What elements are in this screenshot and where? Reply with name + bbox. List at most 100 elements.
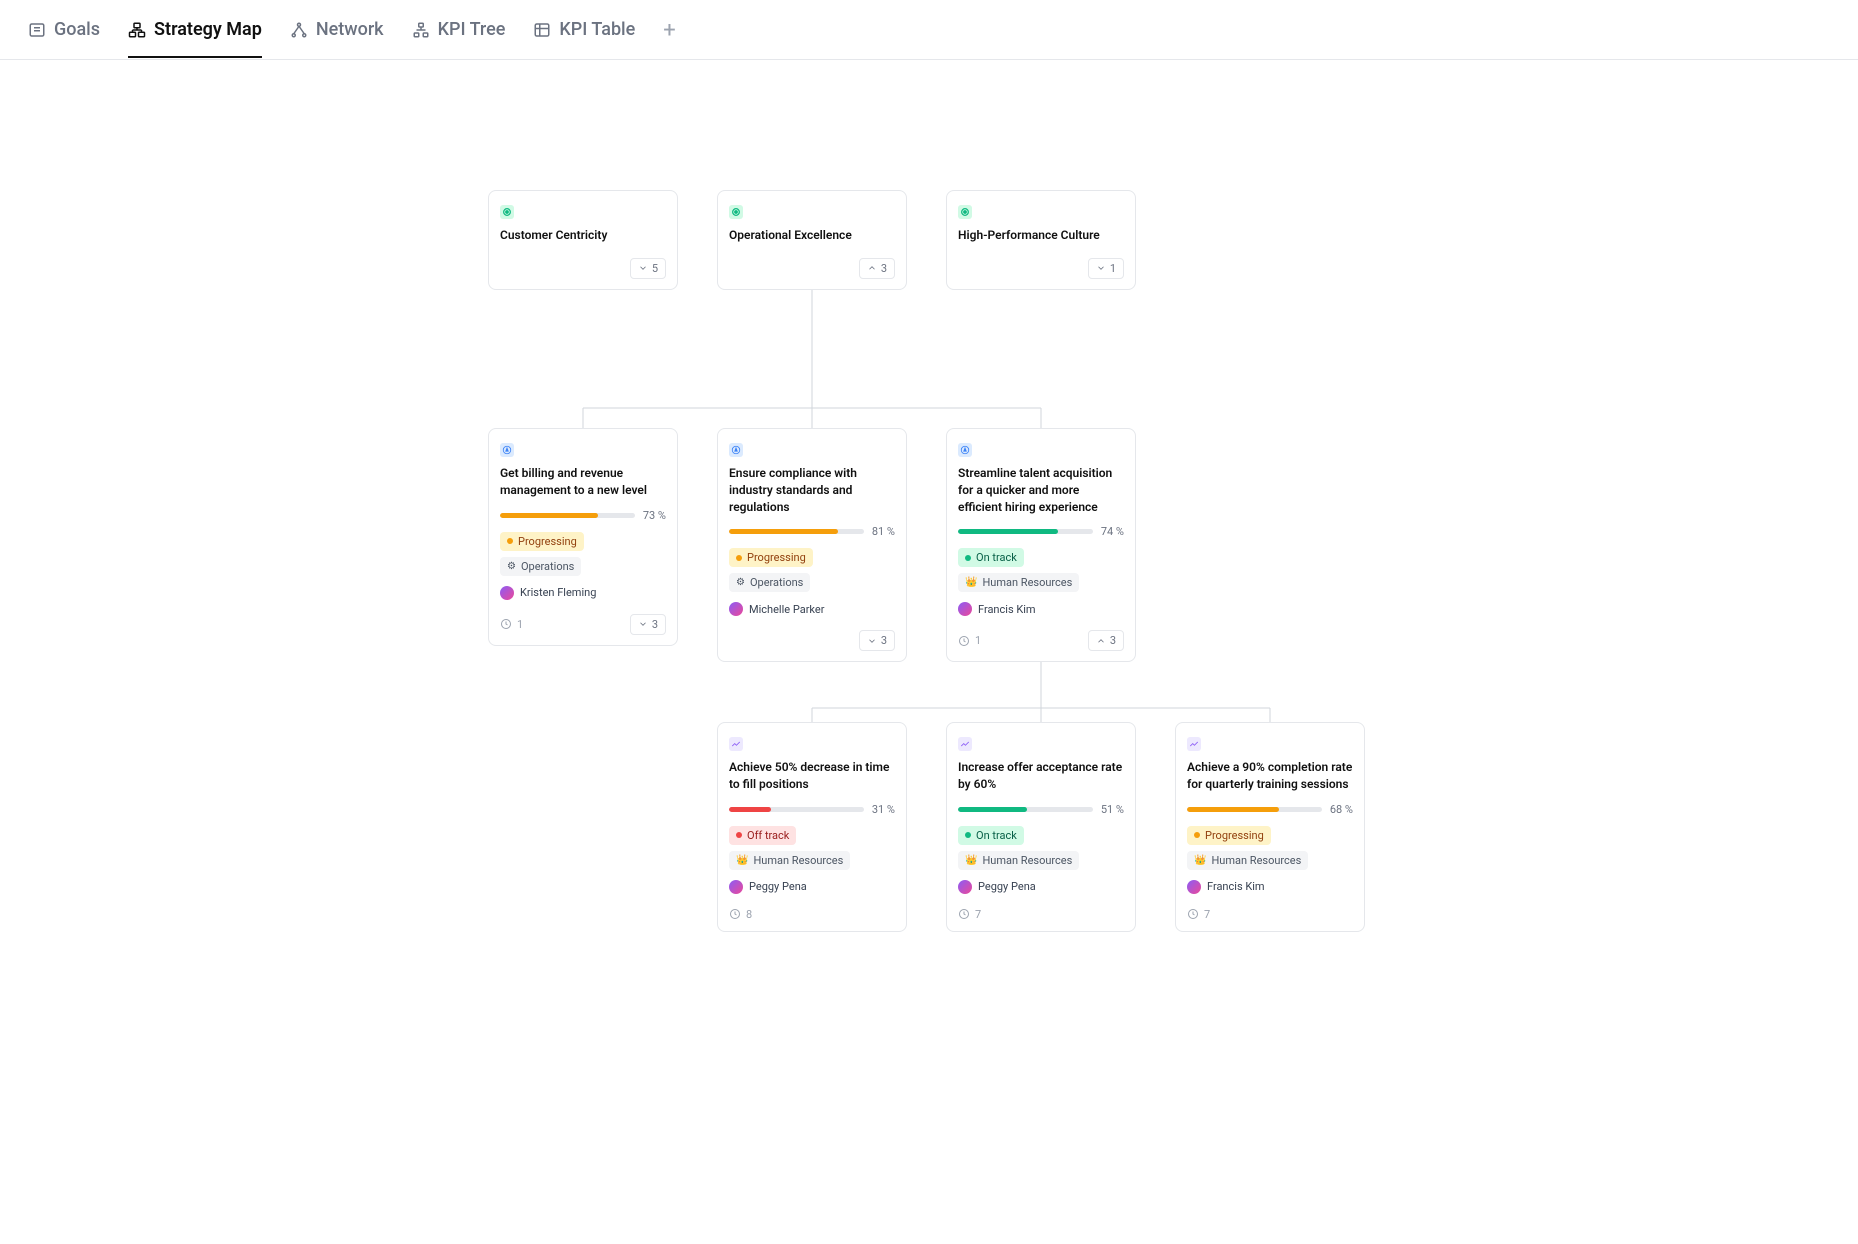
objective-card[interactable]: Ensure compliance with industry standard…	[717, 428, 907, 662]
connectors	[259, 60, 1599, 960]
clock-icon	[958, 635, 970, 647]
progress: 81 %	[729, 525, 895, 538]
network-icon	[290, 21, 308, 39]
child-count: 5	[652, 262, 658, 275]
card-title: Increase offer acceptance rate by 60%	[958, 759, 1124, 793]
kpi-card[interactable]: Achieve a 90% completion rate for quarte…	[1175, 722, 1365, 932]
clock-icon	[500, 618, 512, 630]
department-badge: 👑Human Resources	[958, 851, 1079, 870]
status-badge: Progressing	[500, 532, 584, 551]
tab-label: Goals	[54, 19, 100, 40]
add-tab-button[interactable]: +	[663, 18, 675, 59]
collapse-button[interactable]: 3	[859, 258, 895, 279]
status-badge: On track	[958, 548, 1024, 567]
child-count: 1	[1110, 262, 1116, 275]
chevron-down-icon	[638, 263, 648, 273]
tab-kpi-tree[interactable]: KPI Tree	[412, 19, 506, 58]
clock-icon	[958, 908, 970, 920]
card-title: Ensure compliance with industry standard…	[729, 465, 895, 515]
kpi-card[interactable]: Increase offer acceptance rate by 60% 51…	[946, 722, 1136, 932]
progress-pct: 68 %	[1330, 803, 1353, 816]
avatar	[500, 586, 514, 600]
card-title: Operational Excellence	[729, 227, 895, 244]
focus-icon	[958, 205, 972, 219]
tab-network[interactable]: Network	[290, 19, 384, 58]
department-badge: 👑Human Resources	[1187, 851, 1308, 870]
compass-icon	[958, 443, 972, 457]
progress-pct: 73 %	[643, 509, 666, 522]
chart-icon	[1187, 737, 1201, 751]
tab-label: KPI Tree	[438, 19, 506, 40]
status-badge: On track	[958, 826, 1024, 845]
time-indicator: 1	[500, 618, 523, 631]
time-indicator: 8	[729, 908, 752, 921]
time-indicator: 7	[958, 908, 981, 921]
card-title: Streamline talent acquisition for a quic…	[958, 465, 1124, 515]
progress-pct: 81 %	[872, 525, 895, 538]
chevron-up-icon	[1096, 636, 1106, 646]
chart-icon	[729, 737, 743, 751]
card-title: Achieve 50% decrease in time to fill pos…	[729, 759, 895, 793]
tabs-bar: Goals Strategy Map Network KPI Tree KPI …	[0, 0, 1858, 60]
tab-label: Network	[316, 19, 384, 40]
chart-icon	[958, 737, 972, 751]
focus-icon	[729, 205, 743, 219]
tab-goals[interactable]: Goals	[28, 19, 100, 58]
kpi-card[interactable]: Achieve 50% decrease in time to fill pos…	[717, 722, 907, 932]
card-title: Achieve a 90% completion rate for quarte…	[1187, 759, 1353, 793]
department-badge: ⚙Operations	[729, 573, 810, 592]
chevron-down-icon	[867, 636, 877, 646]
collapse-button[interactable]: 3	[1088, 630, 1124, 651]
avatar	[1187, 880, 1201, 894]
progress-pct: 51 %	[1101, 803, 1124, 816]
status-badge: Progressing	[729, 548, 813, 567]
expand-button[interactable]: 1	[1088, 258, 1124, 279]
tab-kpi-table[interactable]: KPI Table	[533, 19, 635, 58]
tree-icon	[412, 21, 430, 39]
pillar-card[interactable]: High-Performance Culture 1	[946, 190, 1136, 290]
owner: Peggy Pena	[729, 880, 895, 894]
pillar-card[interactable]: Customer Centricity 5	[488, 190, 678, 290]
progress-pct: 31 %	[872, 803, 895, 816]
department-badge: 👑Human Resources	[729, 851, 850, 870]
focus-icon	[500, 205, 514, 219]
progress: 73 %	[500, 509, 666, 522]
list-icon	[28, 21, 46, 39]
status-badge: Progressing	[1187, 826, 1271, 845]
status-badge: Off track	[729, 826, 796, 845]
expand-button[interactable]: 3	[859, 630, 895, 651]
avatar	[958, 880, 972, 894]
department-badge: 👑Human Resources	[958, 573, 1079, 592]
card-title: Get billing and revenue management to a …	[500, 465, 666, 499]
department-badge: ⚙Operations	[500, 557, 581, 576]
owner: Francis Kim	[1187, 880, 1353, 894]
objective-card[interactable]: Get billing and revenue management to a …	[488, 428, 678, 646]
clock-icon	[1187, 908, 1199, 920]
expand-button[interactable]: 3	[630, 614, 666, 635]
avatar	[729, 880, 743, 894]
owner: Peggy Pena	[958, 880, 1124, 894]
strategy-canvas: Customer Centricity 5 Operational Excell…	[259, 60, 1599, 960]
owner: Kristen Fleming	[500, 586, 666, 600]
hierarchy-icon	[128, 21, 146, 39]
child-count: 3	[881, 262, 887, 275]
owner: Michelle Parker	[729, 602, 895, 616]
clock-icon	[729, 908, 741, 920]
tab-strategy-map[interactable]: Strategy Map	[128, 19, 262, 58]
owner: Francis Kim	[958, 602, 1124, 616]
progress-pct: 74 %	[1101, 525, 1124, 538]
progress: 31 %	[729, 803, 895, 816]
avatar	[729, 602, 743, 616]
progress: 74 %	[958, 525, 1124, 538]
objective-card[interactable]: Streamline talent acquisition for a quic…	[946, 428, 1136, 662]
chevron-up-icon	[867, 263, 877, 273]
time-indicator: 7	[1187, 908, 1210, 921]
tab-label: Strategy Map	[154, 19, 262, 40]
compass-icon	[500, 443, 514, 457]
pillar-card[interactable]: Operational Excellence 3	[717, 190, 907, 290]
chevron-down-icon	[1096, 263, 1106, 273]
compass-icon	[729, 443, 743, 457]
avatar	[958, 602, 972, 616]
expand-button[interactable]: 5	[630, 258, 666, 279]
progress: 68 %	[1187, 803, 1353, 816]
